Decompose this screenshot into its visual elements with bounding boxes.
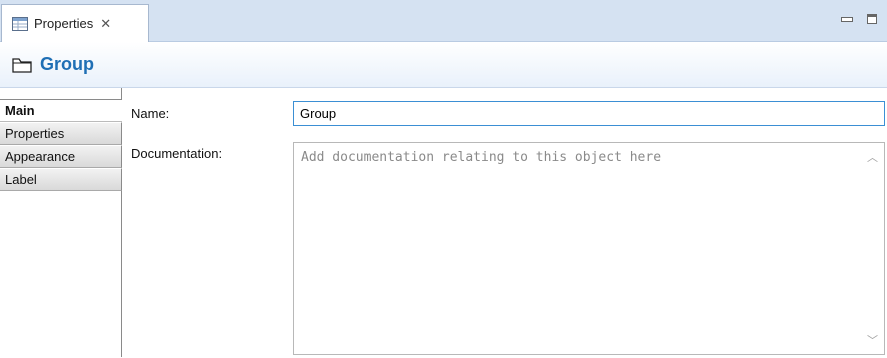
tab-properties[interactable]: Properties ✕: [1, 4, 149, 42]
view-controls: [841, 14, 877, 24]
sidebar-item-main[interactable]: Main: [0, 99, 122, 122]
properties-view: Properties ✕ Group Main Properties Appea…: [0, 0, 887, 358]
minimize-icon[interactable]: [841, 16, 853, 22]
properties-header: Group: [0, 42, 887, 88]
documentation-textarea[interactable]: Add documentation relating to this objec…: [293, 142, 885, 355]
maximize-icon[interactable]: [867, 14, 877, 24]
sidebar-item-label[interactable]: Label: [0, 168, 122, 191]
sidebar-spacer: [0, 88, 122, 99]
tab-label: Properties: [34, 16, 94, 31]
sidebar-tabs: Main Properties Appearance Label: [0, 88, 122, 358]
name-label: Name:: [131, 106, 170, 121]
name-input[interactable]: [293, 101, 885, 126]
documentation-label: Documentation:: [131, 146, 223, 161]
sidebar-empty-area: [0, 191, 122, 357]
page-title: Group: [40, 54, 94, 74]
properties-table-icon: [12, 16, 28, 31]
documentation-placeholder: Add documentation relating to this objec…: [301, 150, 662, 165]
scroll-down-icon[interactable]: ﹀: [867, 332, 878, 348]
folder-icon: [12, 57, 32, 73]
scroll-up-icon[interactable]: ︿: [867, 149, 878, 165]
sidebar-item-appearance[interactable]: Appearance: [0, 145, 122, 168]
view-tab-bar: Properties ✕: [0, 0, 887, 42]
sidebar-item-properties[interactable]: Properties: [0, 122, 122, 145]
close-icon[interactable]: ✕: [100, 16, 111, 32]
